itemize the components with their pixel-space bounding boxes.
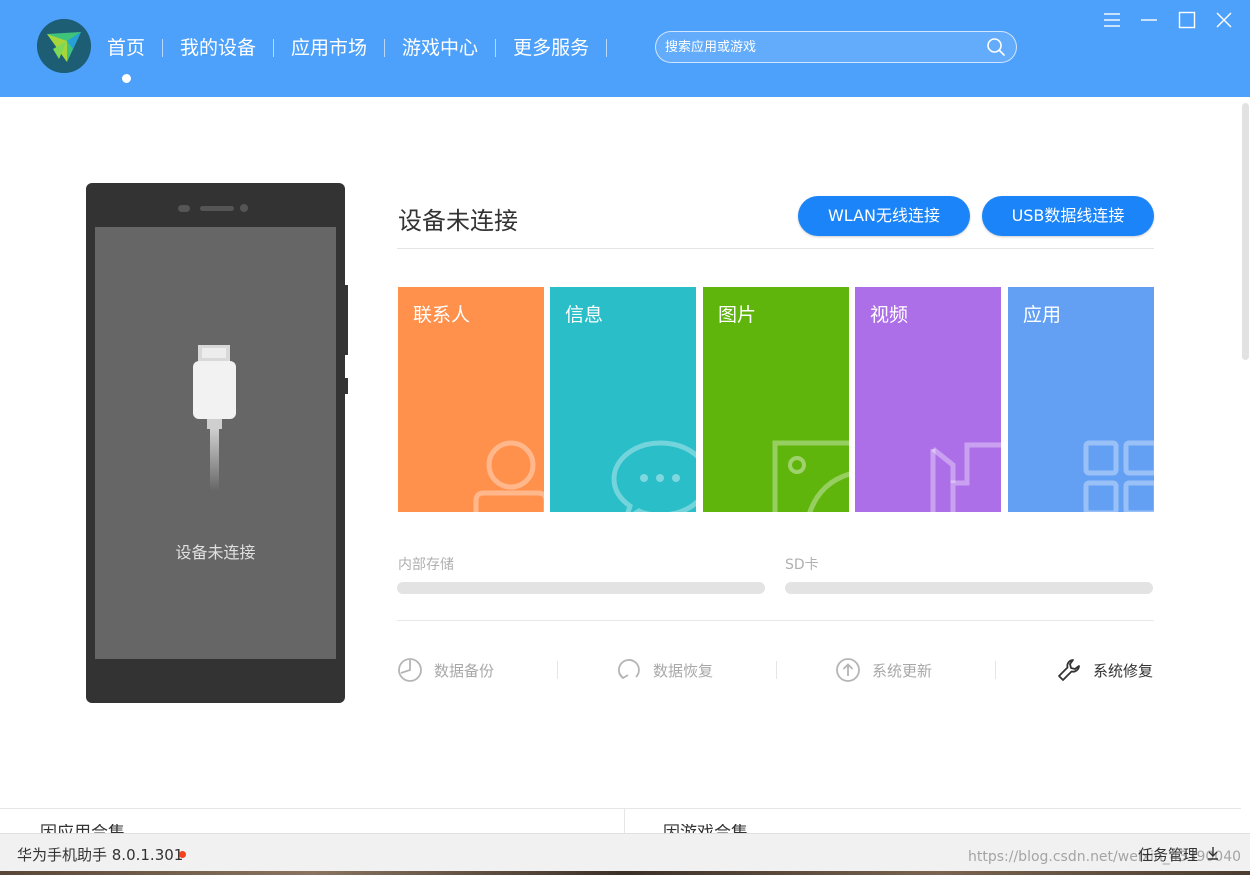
- nav-home-label: 首页: [107, 37, 146, 59]
- update-dot: [179, 851, 186, 858]
- nav-more-services-label: 更多服务: [513, 37, 590, 59]
- app-collection-header: 因应用合集: [40, 824, 125, 833]
- task-manager-button[interactable]: 任务管理: [1138, 844, 1198, 865]
- phone-camera: [240, 204, 248, 212]
- phone-sensor: [178, 205, 190, 212]
- maximize-icon[interactable]: [1177, 10, 1197, 30]
- tile-pictures[interactable]: 图片: [703, 287, 849, 512]
- nav-my-devices[interactable]: 我的设备: [180, 34, 256, 62]
- search-box: [655, 31, 1017, 63]
- usb-connect-button[interactable]: USB数据线连接: [982, 196, 1154, 236]
- nav-game-center[interactable]: 游戏中心: [402, 34, 478, 62]
- active-indicator: [122, 74, 131, 83]
- bottom-panel-border: [0, 808, 1242, 809]
- nav-divider: [162, 39, 164, 57]
- repair-action[interactable]: 系统修复: [1056, 657, 1153, 683]
- phone-screen: 设备未连接: [95, 227, 336, 659]
- app-logo: [37, 19, 91, 73]
- action-divider: [776, 661, 777, 679]
- search-icon[interactable]: [986, 37, 1006, 57]
- update-icon: [836, 658, 860, 682]
- tile-apps[interactable]: 应用: [1008, 287, 1154, 512]
- sd-card-label: SD卡: [785, 557, 819, 573]
- internal-storage-label: 内部存储: [398, 557, 454, 573]
- nav-app-market-label: 应用市场: [291, 37, 368, 59]
- nav-divider: [495, 39, 497, 57]
- repair-label: 系统修复: [1093, 661, 1154, 680]
- game-collection-header: 因游戏合集: [663, 824, 748, 833]
- backup-label: 数据备份: [434, 661, 495, 680]
- tile-pictures-label: 图片: [718, 304, 757, 326]
- action-divider: [557, 661, 558, 679]
- backup-icon: [398, 658, 422, 682]
- phone-side-button: [345, 378, 348, 394]
- phone-side-button: [345, 285, 348, 355]
- phone-speaker: [200, 206, 234, 211]
- nav-app-market[interactable]: 应用市场: [291, 34, 367, 62]
- phone-illustration: 设备未连接: [86, 183, 345, 703]
- nav-divider: [384, 39, 386, 57]
- nav-home[interactable]: 首页: [107, 34, 146, 83]
- bottom-panel-divider: [624, 809, 625, 833]
- top-bar: 首页 我的设备 应用市场 游戏中心 更多服务: [0, 0, 1250, 97]
- action-divider: [995, 661, 996, 679]
- restore-label: 数据恢复: [653, 661, 714, 680]
- app-version: 华为手机助手 8.0.1.301: [17, 846, 184, 864]
- nav-divider: [606, 39, 608, 57]
- wrench-icon: [1058, 659, 1080, 681]
- device-status-title: 设备未连接: [398, 207, 518, 235]
- nav-more-services[interactable]: 更多服务: [513, 34, 589, 62]
- phone-status-text: 设备未连接: [175, 543, 256, 562]
- update-action[interactable]: 系统更新: [835, 657, 932, 683]
- restore-icon: [618, 659, 640, 680]
- restore-action[interactable]: 数据恢复: [616, 657, 713, 683]
- section-divider: [397, 620, 1154, 621]
- menu-icon[interactable]: [1102, 10, 1122, 30]
- update-label: 系统更新: [872, 661, 933, 680]
- nav-divider: [273, 39, 275, 57]
- watermark: https://blog.csdn.net/weixin_43390040: [968, 849, 1242, 865]
- nav-my-devices-label: 我的设备: [180, 37, 257, 59]
- desktop-background-strip: [0, 871, 1250, 875]
- vertical-scrollbar[interactable]: [1241, 97, 1250, 833]
- internal-storage-bar: [397, 582, 765, 594]
- tile-contacts-label: 联系人: [413, 304, 471, 326]
- minimize-icon[interactable]: [1139, 10, 1159, 30]
- search-input[interactable]: [665, 36, 965, 58]
- sd-card-bar: [785, 582, 1153, 594]
- nav-game-center-label: 游戏中心: [402, 37, 479, 59]
- main-nav: 首页 我的设备 应用市场 游戏中心 更多服务: [107, 33, 624, 83]
- close-icon[interactable]: [1214, 10, 1234, 30]
- tile-messages[interactable]: 信息: [550, 287, 696, 512]
- tile-apps-label: 应用: [1023, 304, 1062, 326]
- scrollbar-thumb[interactable]: [1242, 103, 1249, 360]
- usb-cable-icon: [193, 345, 236, 491]
- download-icon[interactable]: [1206, 846, 1220, 860]
- backup-action[interactable]: 数据备份: [397, 657, 494, 683]
- status-bar: 华为手机助手 8.0.1.301 https://blog.csdn.net/w…: [0, 833, 1250, 871]
- tile-contacts[interactable]: 联系人: [398, 287, 544, 512]
- title-divider: [397, 248, 1154, 249]
- tile-videos[interactable]: 视频: [855, 287, 1001, 512]
- wlan-connect-button[interactable]: WLAN无线连接: [798, 196, 970, 236]
- tile-videos-label: 视频: [870, 304, 909, 326]
- tile-messages-label: 信息: [565, 304, 604, 326]
